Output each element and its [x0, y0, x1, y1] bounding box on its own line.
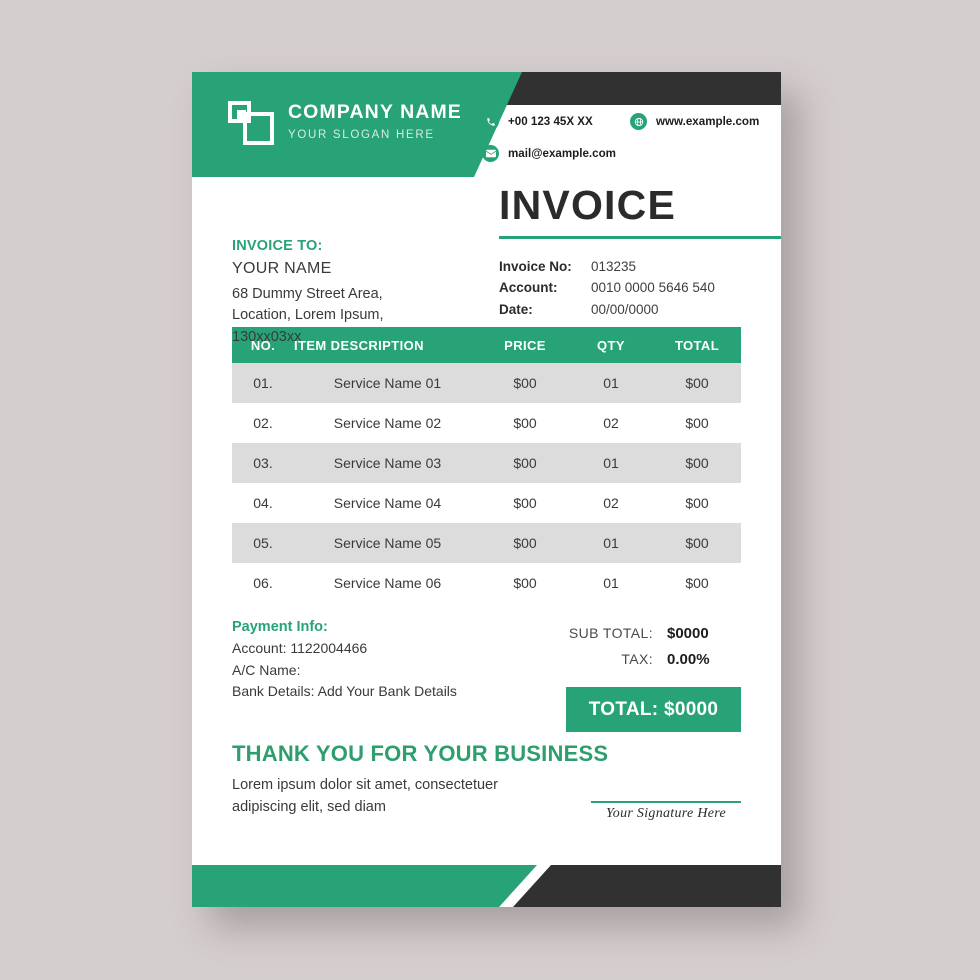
meta-field-date: Date: 00/00/0000	[499, 299, 715, 320]
contact-email[interactable]: mail@example.com	[482, 145, 616, 162]
cell-description: Service Name 06	[294, 563, 481, 603]
table-row: 02. Service Name 02 $00 02 $00	[232, 403, 741, 443]
table-row: 03. Service Name 03 $00 01 $00	[232, 443, 741, 483]
thanks-area: THANK YOU FOR YOUR BUSINESS Lorem ipsum …	[192, 741, 781, 859]
subtotal-value: $0000	[667, 625, 709, 642]
document-footer	[192, 865, 781, 907]
cell-price: $00	[481, 523, 569, 563]
brand-text: COMPANY NAME YOUR SLOGAN HERE	[288, 101, 462, 144]
cell-no: 05.	[232, 523, 294, 563]
cell-price: $00	[481, 483, 569, 523]
contact-block: +00 123 45X XX www.example.com mail@exam…	[482, 105, 781, 177]
cell-no: 01.	[232, 363, 294, 403]
invoice-meta-area: INVOICE INVOICE TO: YOUR NAME 68 Dummy S…	[192, 177, 781, 345]
cell-price: $00	[481, 443, 569, 483]
thank-you-body: Lorem ipsum dolor sit amet, consectetuer…	[232, 777, 498, 815]
phone-icon	[482, 113, 499, 130]
cell-price: $00	[481, 403, 569, 443]
contact-website[interactable]: www.example.com	[630, 113, 759, 130]
invoice-meta-fields: Invoice No: 013235 Account: 0010 0000 56…	[499, 256, 715, 320]
items-table-body: 01. Service Name 01 $00 01 $00 02. Servi…	[232, 363, 741, 603]
table-row: 04. Service Name 04 $00 02 $00	[232, 483, 741, 523]
items-table: NO. ITEM DESCRIPTION PRICE QTY TOTAL 01.…	[232, 327, 741, 603]
total-badge: TOTAL: $0000	[566, 687, 741, 732]
signature-block: Your Signature Here	[591, 801, 741, 822]
tax-value: 0.00%	[667, 651, 710, 668]
logo-square-dot	[237, 110, 246, 119]
company-name: COMPANY NAME	[288, 101, 462, 124]
tax-label: TAX:	[621, 651, 653, 667]
cell-price: $00	[481, 363, 569, 403]
table-row: 06. Service Name 06 $00 01 $00	[232, 563, 741, 603]
meta-label-account: Account:	[499, 280, 558, 296]
cell-qty: 02	[569, 403, 653, 443]
cell-total: $00	[653, 483, 741, 523]
cell-total: $00	[653, 403, 741, 443]
cell-description: Service Name 02	[294, 403, 481, 443]
title-underline	[499, 236, 781, 239]
cell-description: Service Name 01	[294, 363, 481, 403]
contact-phone[interactable]: +00 123 45X XX	[482, 113, 593, 130]
table-row: 05. Service Name 05 $00 01 $00	[232, 523, 741, 563]
overlapping-squares-logo-icon	[228, 101, 274, 145]
subtotal-label: SUB TOTAL:	[568, 625, 653, 641]
payment-info: Payment Info: Account: 1122004466 A/C Na…	[232, 619, 532, 703]
cell-price: $00	[481, 563, 569, 603]
cell-description: Service Name 04	[294, 483, 481, 523]
meta-value-date: 00/00/0000	[591, 301, 659, 317]
invoice-to-label: INVOICE TO:	[232, 238, 323, 254]
cell-description: Service Name 03	[294, 443, 481, 483]
cell-description: Service Name 05	[294, 523, 481, 563]
cell-qty: 01	[569, 443, 653, 483]
column-header-total: TOTAL	[653, 327, 741, 363]
cell-no: 02.	[232, 403, 294, 443]
meta-field-account: Account: 0010 0000 5646 540	[499, 277, 715, 298]
cell-no: 04.	[232, 483, 294, 523]
footer-green-panel	[192, 865, 537, 907]
cell-total: $00	[653, 523, 741, 563]
envelope-icon	[482, 145, 499, 162]
tax-row: TAX: 0.00%	[533, 651, 741, 668]
table-row: 01. Service Name 01 $00 01 $00	[232, 363, 741, 403]
document-header: COMPANY NAME YOUR SLOGAN HERE +00 123 45…	[192, 72, 781, 177]
meta-value-invoice-no: 013235	[591, 259, 637, 274]
items-table-wrapper: NO. ITEM DESCRIPTION PRICE QTY TOTAL 01.…	[232, 327, 741, 603]
cell-total: $00	[653, 563, 741, 603]
page-background: COMPANY NAME YOUR SLOGAN HERE +00 123 45…	[0, 0, 980, 980]
payment-bank-details: Bank Details: Add Your Bank Details	[232, 683, 457, 700]
cell-qty: 01	[569, 363, 653, 403]
cell-no: 06.	[232, 563, 294, 603]
company-slogan: YOUR SLOGAN HERE	[288, 128, 435, 141]
meta-label-date: Date:	[499, 301, 533, 317]
invoice-document: COMPANY NAME YOUR SLOGAN HERE +00 123 45…	[192, 72, 781, 907]
payment-account: Account: 1122004466	[232, 640, 368, 656]
meta-label-invoice-no: Invoice No:	[499, 259, 572, 274]
meta-field-invoice-no: Invoice No: 013235	[499, 256, 715, 277]
cell-no: 03.	[232, 443, 294, 483]
cell-qty: 02	[569, 483, 653, 523]
globe-icon	[630, 113, 647, 130]
thank-you-heading: THANK YOU FOR YOUR BUSINESS	[232, 741, 609, 766]
cell-total: $00	[653, 443, 741, 483]
cell-total: $00	[653, 363, 741, 403]
client-name: YOUR NAME	[232, 260, 332, 277]
page-title: INVOICE	[499, 182, 676, 228]
client-address: 68 Dummy Street Area, Location, Lorem Ip…	[232, 286, 384, 345]
meta-value-account: 0010 0000 5646 540	[591, 280, 715, 296]
brand-block: COMPANY NAME YOUR SLOGAN HERE	[228, 101, 462, 145]
contact-email-text: mail@example.com	[508, 147, 616, 160]
logo-square-front	[243, 112, 274, 145]
cell-qty: 01	[569, 523, 653, 563]
contact-website-text: www.example.com	[656, 115, 760, 128]
summary-area: SUB TOTAL: $0000 TAX: 0.00% TOTAL: $0000…	[192, 611, 781, 741]
cell-qty: 01	[569, 563, 653, 603]
signature-label: Your Signature Here	[605, 806, 727, 821]
subtotal-row: SUB TOTAL: $0000	[533, 625, 741, 642]
column-header-qty: QTY	[569, 327, 653, 363]
payment-info-title: Payment Info:	[232, 619, 328, 635]
contact-phone-text: +00 123 45X XX	[508, 115, 593, 128]
payment-ac-name: A/C Name:	[232, 661, 301, 678]
column-header-price: PRICE	[481, 327, 569, 363]
signature-line	[591, 801, 741, 803]
